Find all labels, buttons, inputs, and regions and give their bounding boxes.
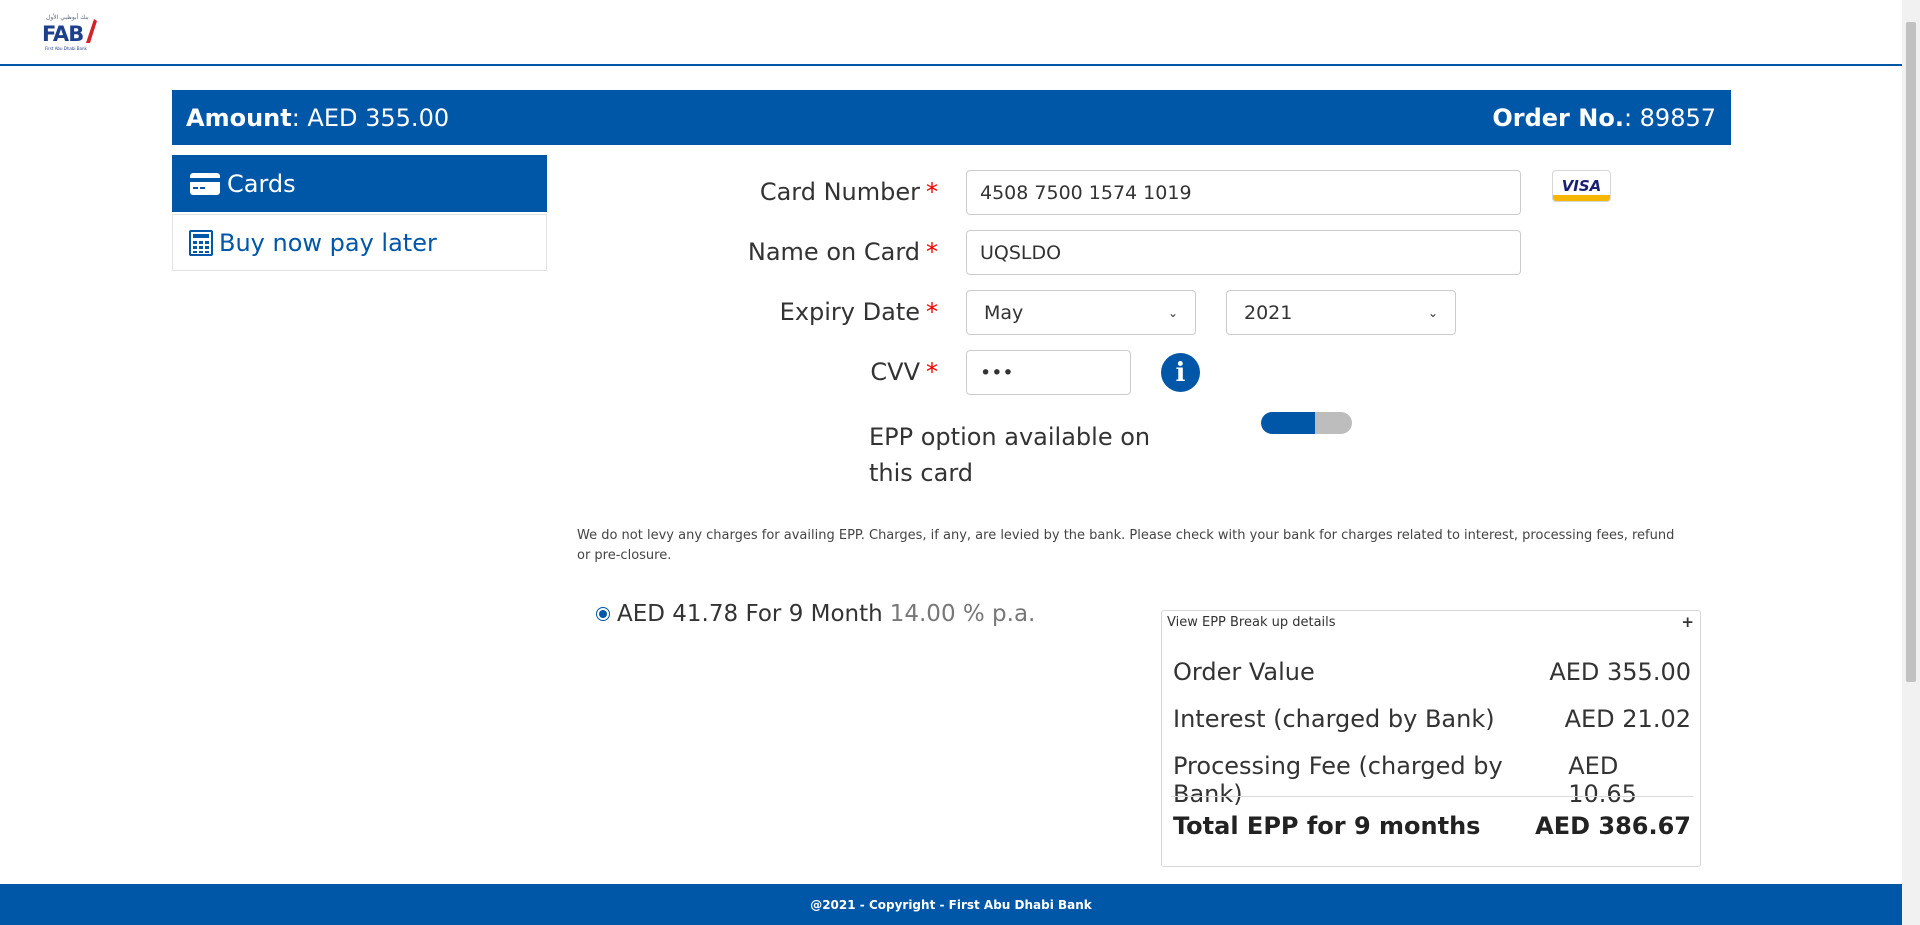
site-header: بنك أبوظبي الأول FAB First Abu Dhabi Ban… bbox=[0, 0, 1902, 66]
epp-breakup-panel: View EPP Break up details + Order Value … bbox=[1161, 610, 1701, 867]
cvv-value: ••• bbox=[980, 361, 1014, 384]
name-on-card-label-text: Name on Card bbox=[747, 238, 920, 266]
visa-stripe bbox=[1553, 195, 1610, 201]
order-label: Order No. bbox=[1492, 104, 1624, 132]
cvv-field[interactable]: ••• bbox=[966, 350, 1131, 395]
radio-selected-dot bbox=[599, 610, 607, 618]
calculator-icon bbox=[189, 229, 213, 256]
tab-cards[interactable]: Cards bbox=[172, 155, 547, 212]
order-number-display: Order No.: 89857 bbox=[1492, 104, 1716, 132]
tab-buy-now-pay-later-label: Buy now pay later bbox=[219, 228, 437, 257]
logo-subtitle: First Abu Dhabi Bank bbox=[45, 46, 87, 51]
credit-card-icon bbox=[189, 172, 221, 196]
cvv-label: CVV * bbox=[700, 358, 938, 386]
footer-copyright: @2021 - Copyright - First Abu Dhabi Bank bbox=[810, 897, 1092, 912]
logo-mark-icon bbox=[86, 19, 97, 43]
card-number-value: 4508 7500 1574 1019 bbox=[980, 181, 1192, 204]
breakup-total-row: Total EPP for 9 months AED 386.67 bbox=[1173, 812, 1691, 840]
expiry-date-label-text: Expiry Date bbox=[779, 298, 920, 326]
plan-text: AED 41.78 For 9 Month bbox=[617, 601, 883, 627]
amount-label: Amount bbox=[186, 104, 292, 132]
expiry-month-select[interactable]: May ⌄ bbox=[966, 290, 1196, 335]
visa-logo-text: VISA bbox=[1561, 177, 1602, 195]
card-number-field[interactable]: 4508 7500 1574 1019 bbox=[966, 170, 1521, 215]
plan-rate: 14.00 % p.a. bbox=[889, 601, 1036, 627]
required-asterisk: * bbox=[926, 178, 938, 206]
epp-disclaimer: We do not levy any charges for availing … bbox=[577, 528, 1675, 563]
page-scrollbar[interactable] bbox=[1902, 0, 1920, 925]
epp-toggle-switch[interactable] bbox=[1261, 412, 1352, 434]
toggle-on-indicator bbox=[1261, 412, 1315, 434]
tab-buy-now-pay-later[interactable]: Buy now pay later bbox=[172, 214, 547, 271]
chevron-down-icon: ⌄ bbox=[1427, 305, 1438, 320]
breakup-title[interactable]: View EPP Break up details bbox=[1167, 615, 1336, 630]
info-icon[interactable]: i bbox=[1161, 353, 1200, 392]
breakup-divider bbox=[1171, 796, 1693, 797]
order-value: : 89857 bbox=[1623, 104, 1716, 132]
breakup-row-value: AED 10.65 bbox=[1568, 752, 1637, 808]
required-asterisk: * bbox=[926, 298, 938, 326]
breakup-row-label: Processing Fee (charged by Bank) bbox=[1173, 752, 1503, 808]
epp-plan-option[interactable]: AED 41.78 For 9 Month 14.00 % p.a. bbox=[596, 601, 1035, 627]
expiry-year-select[interactable]: 2021 ⌄ bbox=[1226, 290, 1456, 335]
site-footer: @2021 - Copyright - First Abu Dhabi Bank bbox=[0, 884, 1902, 925]
amount-display: Amount: AED 355.00 bbox=[186, 104, 449, 132]
breakup-total-label: Total EPP for 9 months bbox=[1173, 812, 1481, 840]
tab-cards-label: Cards bbox=[227, 169, 296, 198]
required-asterisk: * bbox=[926, 358, 938, 386]
breakup-row-order-value: Order Value AED 355.00 bbox=[1173, 658, 1691, 686]
cvv-label-text: CVV bbox=[870, 358, 920, 386]
expand-plus-icon[interactable]: + bbox=[1681, 613, 1694, 631]
breakup-row-label: Interest (charged by Bank) bbox=[1173, 705, 1495, 733]
fab-logo[interactable]: بنك أبوظبي الأول FAB First Abu Dhabi Ban… bbox=[42, 14, 100, 51]
expiry-month-value: May bbox=[984, 301, 1024, 324]
expiry-date-label: Expiry Date * bbox=[700, 298, 938, 326]
payment-method-tabs: Cards Buy now pay later bbox=[172, 155, 547, 271]
amount-order-bar: Amount: AED 355.00 Order No.: 89857 bbox=[172, 90, 1731, 145]
required-asterisk: * bbox=[926, 238, 938, 266]
name-on-card-label: Name on Card * bbox=[700, 238, 938, 266]
scrollbar-thumb[interactable] bbox=[1906, 22, 1916, 682]
breakup-row-label: Order Value bbox=[1173, 658, 1315, 686]
name-on-card-field[interactable]: UQSLDO bbox=[966, 230, 1521, 275]
visa-card-logo: VISA bbox=[1552, 170, 1611, 202]
card-number-label-text: Card Number bbox=[759, 178, 920, 206]
breakup-total-value: AED 386.67 bbox=[1535, 812, 1691, 840]
amount-value: : AED 355.00 bbox=[291, 104, 450, 132]
expiry-year-value: 2021 bbox=[1244, 301, 1293, 324]
breakup-row-value: AED 21.02 bbox=[1564, 705, 1691, 733]
logo-text: FAB bbox=[42, 22, 84, 46]
chevron-down-icon: ⌄ bbox=[1167, 305, 1178, 320]
card-number-label: Card Number * bbox=[700, 178, 938, 206]
epp-option-label: EPP option available on this card bbox=[869, 423, 1151, 487]
breakup-row-value: AED 355.00 bbox=[1549, 658, 1691, 686]
breakup-row-processing-fee: Processing Fee (charged by Bank) AED 10.… bbox=[1173, 752, 1691, 808]
plan-radio-button[interactable] bbox=[596, 607, 610, 621]
name-on-card-value: UQSLDO bbox=[980, 241, 1062, 264]
breakup-row-interest: Interest (charged by Bank) AED 21.02 bbox=[1173, 705, 1691, 733]
